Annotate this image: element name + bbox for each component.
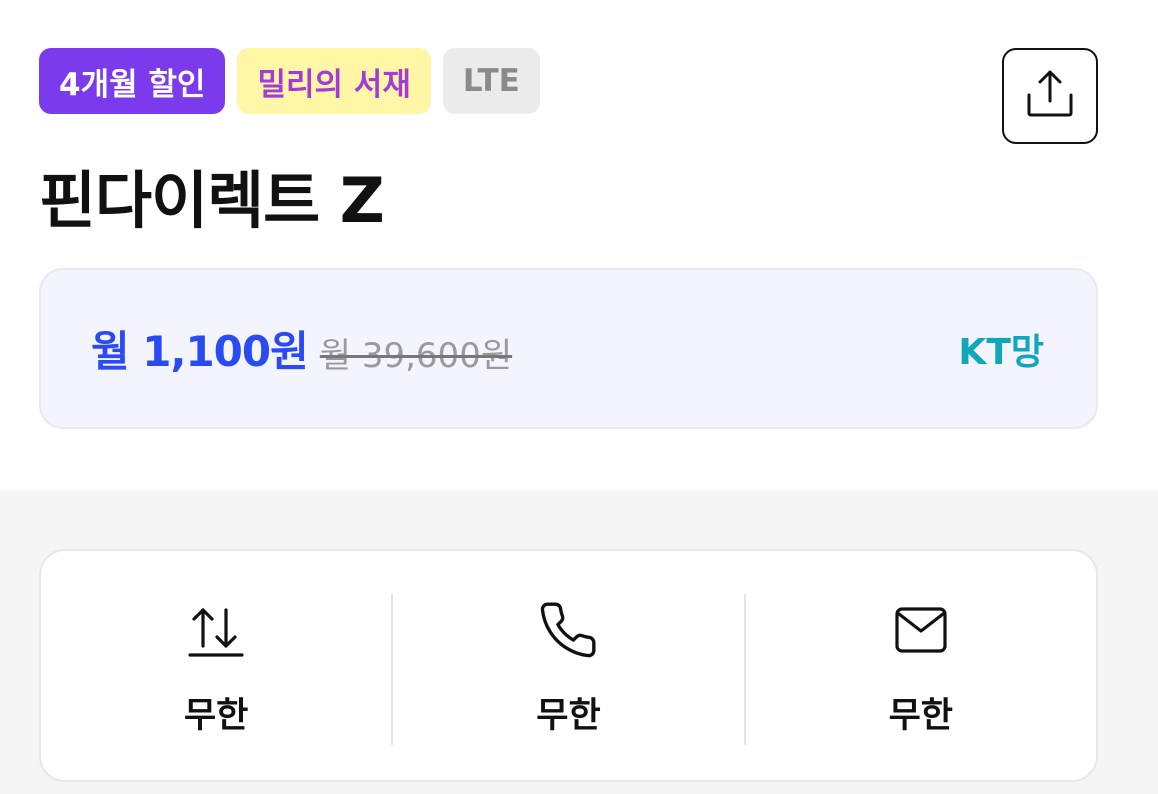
price-row: 월 1,100원 월 39,600원 <box>91 270 512 427</box>
plan-title: 핀다이렉트 Z <box>39 164 385 237</box>
original-price: 월 39,600원 <box>319 336 513 376</box>
current-price: 월 1,100원 <box>91 327 309 376</box>
data-allowance: 무한 <box>183 696 249 736</box>
plan-header-section: 4개월 할인 밀리의 서재 LTE 핀다이렉트 Z 월 1,100원 월 39,… <box>0 0 1158 490</box>
benefit-voice: 무한 <box>393 551 743 780</box>
benefits-section: 무한 무한 무한 <box>0 490 1158 794</box>
price-card: 월 1,100원 월 39,600원 KT망 <box>39 268 1098 429</box>
message-allowance: 무한 <box>888 696 954 736</box>
data-transfer-icon <box>185 599 247 661</box>
discount-badge: 4개월 할인 <box>39 48 226 114</box>
share-icon <box>1023 67 1077 125</box>
voice-allowance: 무한 <box>536 696 601 736</box>
mail-icon <box>890 599 952 661</box>
benefit-message: 무한 <box>746 551 1096 780</box>
phone-icon <box>537 599 599 661</box>
badge-row: 4개월 할인 밀리의 서재 LTE <box>39 48 540 114</box>
millie-library-badge: 밀리의 서재 <box>237 48 431 114</box>
benefits-card: 무한 무한 무한 <box>39 549 1098 782</box>
benefit-data: 무한 <box>41 551 391 780</box>
plan-detail-page: 4개월 할인 밀리의 서재 LTE 핀다이렉트 Z 월 1,100원 월 39,… <box>0 0 1158 794</box>
share-button[interactable] <box>1002 48 1098 144</box>
network-type-badge: LTE <box>442 48 540 114</box>
carrier-network: KT망 <box>958 331 1044 373</box>
